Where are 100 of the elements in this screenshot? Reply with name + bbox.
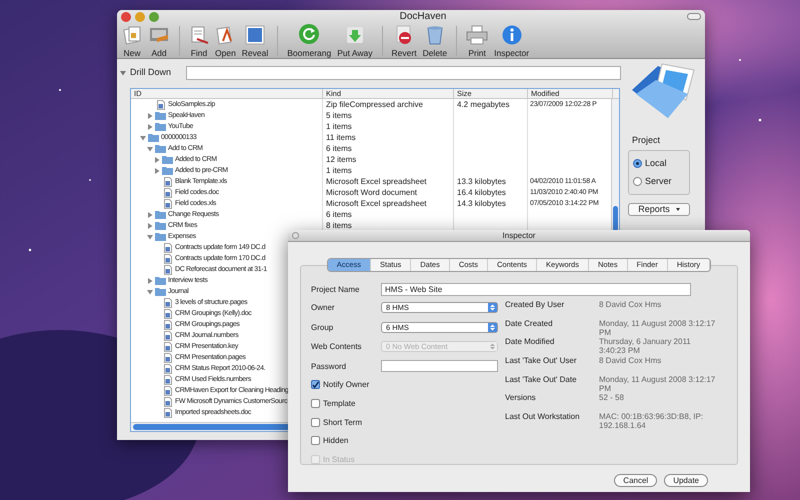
toolbar-button[interactable]: New xyxy=(119,25,145,58)
table-cell: 11 items xyxy=(326,132,356,142)
info-value: MAC: 00:1B:63:96:3D:B8, IP: 192.168.1.64 xyxy=(599,412,704,430)
disclosure-triangle-icon[interactable] xyxy=(147,124,153,130)
project-name-field[interactable]: HMS - Web Site xyxy=(381,282,691,296)
toolbar-button[interactable]: Find xyxy=(186,25,212,58)
file-icon xyxy=(156,100,164,110)
folder-icon xyxy=(162,155,173,164)
find-icon xyxy=(189,25,209,45)
info-label: Versions xyxy=(505,393,537,402)
field-label: Password xyxy=(311,362,348,370)
checkbox[interactable]: Hidden xyxy=(311,432,505,450)
table-cell: Zip fileCompressed archive xyxy=(326,100,423,110)
dialog-button[interactable]: Cancel xyxy=(614,474,658,487)
toolbar-button[interactable]: Open xyxy=(212,25,239,58)
disclosure-triangle-icon[interactable] xyxy=(147,278,153,284)
toolbar-button[interactable]: Reveal xyxy=(238,25,272,58)
stepper-arrows-icon xyxy=(488,342,497,352)
refresh-icon xyxy=(298,23,320,45)
field-label: Group xyxy=(311,322,334,332)
scrollbar-thumb[interactable] xyxy=(613,206,618,232)
folder-icon xyxy=(155,210,166,219)
table-cell: 1 items xyxy=(326,122,352,132)
table-cell: 8 items xyxy=(326,220,352,230)
reveal-icon xyxy=(245,25,266,45)
stepper-arrows-icon xyxy=(488,303,497,312)
caret-icon xyxy=(676,208,680,210)
group-title: Project xyxy=(632,134,662,147)
field-label: Owner xyxy=(311,303,336,312)
table-cell: 1 items xyxy=(326,166,352,176)
disclosure-triangle-icon[interactable] xyxy=(147,146,153,152)
window-title: DocHaven xyxy=(398,10,448,22)
folder-icon xyxy=(155,232,166,241)
table-cell: 5 items xyxy=(326,110,352,120)
table-cell: Microsoft Excel spreadsheet xyxy=(326,198,426,208)
drill-down-label: Drill Down xyxy=(130,66,172,80)
folder-icon xyxy=(155,221,166,230)
checkmark-icon xyxy=(312,380,319,389)
minimize-button[interactable] xyxy=(135,12,145,22)
folder-icon xyxy=(155,144,166,153)
field-label: Web Contents xyxy=(311,342,363,352)
reports-button[interactable]: Reports xyxy=(628,202,690,216)
dialog-button[interactable]: Update xyxy=(664,474,708,487)
info-value: Thursday, 6 January 2011 3:40:23 PM xyxy=(599,337,692,356)
printer-icon xyxy=(466,25,488,45)
info-label: Last Out Workstation xyxy=(505,412,581,422)
folder-icon xyxy=(155,111,166,120)
table-cell: 6 items xyxy=(326,144,352,154)
disclosure-triangle-icon[interactable] xyxy=(147,234,153,240)
info-icon xyxy=(502,25,522,45)
close-button[interactable] xyxy=(121,12,131,22)
table-cell: 12 items xyxy=(326,154,356,164)
table-cell: Microsoft Excel spreadsheet xyxy=(326,176,426,186)
toolbar-button[interactable]: Delete xyxy=(420,25,450,58)
table-cell: 13.3 kilobytes xyxy=(457,176,506,186)
toolbar-button[interactable]: Print xyxy=(463,25,492,58)
info-value: Monday, 11 August 2008 3:12:17 PM xyxy=(599,374,716,393)
folder-icon xyxy=(155,122,166,131)
field-label: Project Name xyxy=(311,284,360,294)
info-value: 8 David Cox Hms xyxy=(599,300,662,309)
password-field[interactable] xyxy=(381,360,498,372)
disclosure-triangle-icon[interactable] xyxy=(147,112,153,118)
table-cell: 6 items xyxy=(326,210,352,220)
disclosure-triangle-icon[interactable] xyxy=(154,168,160,174)
close-button[interactable] xyxy=(292,232,299,239)
toolbar-toggle-button[interactable] xyxy=(687,13,701,20)
checkbox[interactable]: Template xyxy=(311,394,505,413)
toolbar-button[interactable]: Put Away xyxy=(334,25,376,58)
stepper-arrows-icon xyxy=(488,322,497,332)
zoom-button[interactable] xyxy=(149,12,159,22)
table-cell: 14.3 kilobytes xyxy=(457,198,506,208)
window-title: Inspector xyxy=(502,230,536,240)
radio-button[interactable]: Server xyxy=(633,176,685,186)
table-cell: 4.2 megabytes xyxy=(457,100,510,110)
download-icon xyxy=(344,25,365,45)
disclosure-triangle-icon[interactable] xyxy=(147,212,153,218)
toolbar-button[interactable]: Revert xyxy=(388,25,420,58)
tray-icon xyxy=(148,25,170,45)
new-document-icon xyxy=(122,25,142,45)
toolbar-button[interactable]: Inspector xyxy=(491,25,532,58)
info-label: Date Created xyxy=(505,318,554,328)
info-label: Created By User xyxy=(505,300,566,309)
toolbar-button[interactable]: Boomerang xyxy=(284,23,334,58)
disclosure-triangle-icon[interactable] xyxy=(120,70,126,76)
disclosure-triangle-icon[interactable] xyxy=(154,156,160,162)
trash-icon xyxy=(424,25,445,45)
info-label: Last 'Take Out' Date xyxy=(505,374,578,384)
checkbox[interactable]: Notify Owner xyxy=(311,376,505,394)
table-cell: 16.4 kilobytes xyxy=(457,188,506,198)
toolbar-button[interactable]: Add xyxy=(145,25,173,58)
disclosure-triangle-icon[interactable] xyxy=(147,222,153,228)
disclosure-triangle-icon[interactable] xyxy=(140,134,146,140)
info-label: Date Modified xyxy=(505,337,556,346)
folder-icon xyxy=(155,276,166,285)
drill-down-field[interactable] xyxy=(186,66,621,80)
folder-icon xyxy=(148,133,159,142)
checkbox[interactable]: Short Term xyxy=(311,412,505,432)
info-value: 8 David Cox Hms xyxy=(599,356,662,366)
disclosure-triangle-icon[interactable] xyxy=(147,288,153,294)
radio-button[interactable]: Local xyxy=(633,158,685,168)
